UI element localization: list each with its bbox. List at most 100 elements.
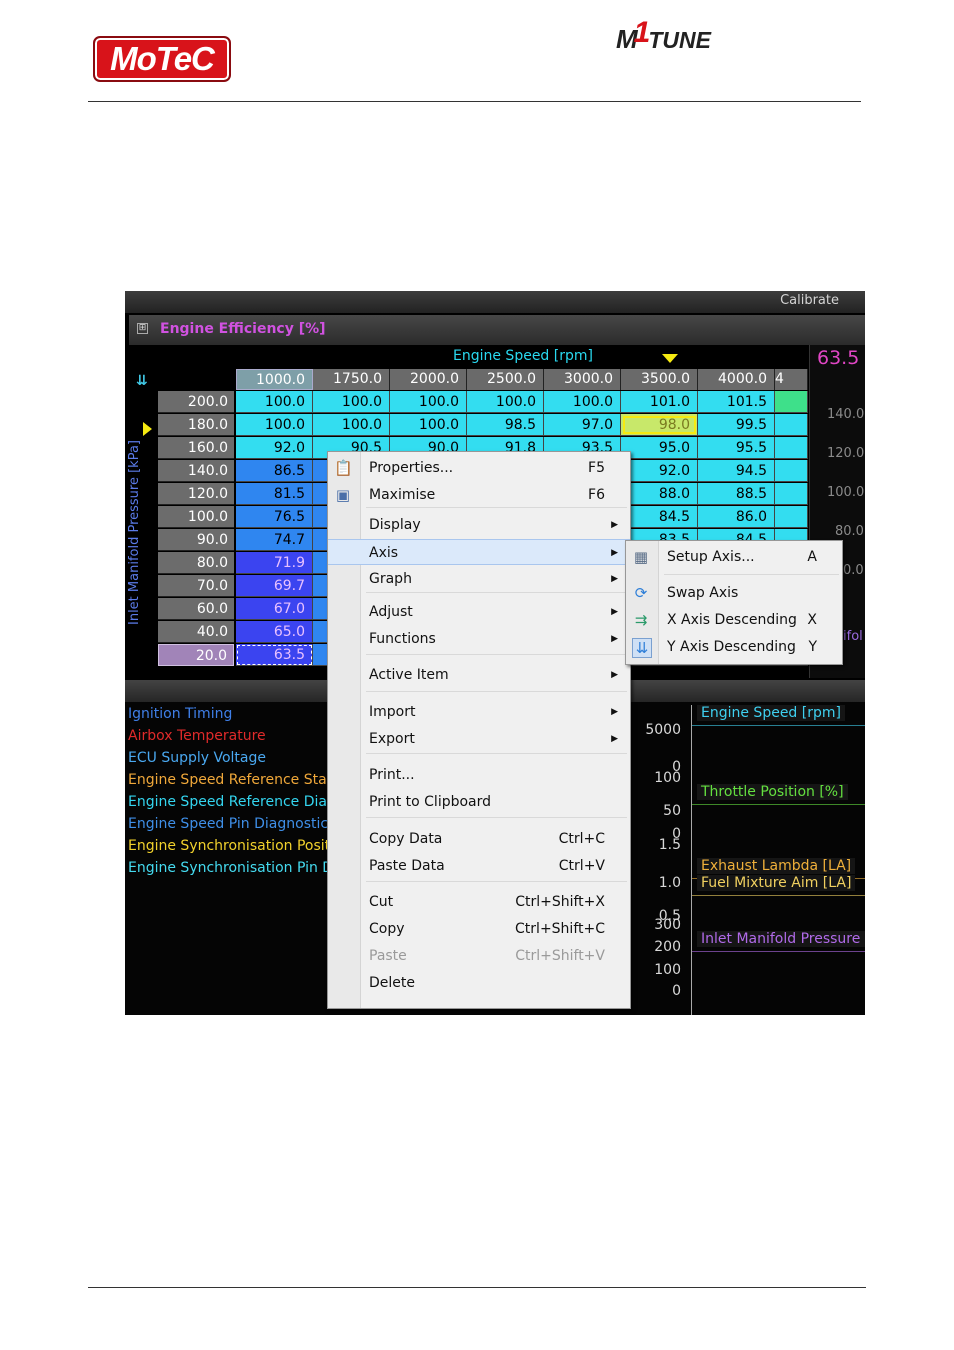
table-cell[interactable]: 88.5 (698, 483, 775, 505)
menu-item-graph[interactable]: Graph ▶ (328, 566, 630, 592)
table-cell[interactable]: 92.0 (236, 437, 313, 459)
axis-sort-icon[interactable]: ⇊ (136, 373, 148, 389)
table-cell[interactable]: 101.0 (621, 391, 698, 413)
table-cell[interactable]: 97.0 (544, 414, 621, 436)
table-cell[interactable]: 100.0 (390, 391, 467, 413)
calibrate-label[interactable]: Calibrate (780, 291, 839, 311)
x-axis-header-cell[interactable]: 4 (775, 369, 808, 390)
x-axis-header-cell[interactable]: 1750.0 (313, 369, 390, 390)
y-axis-header-cell[interactable]: 80.0 (158, 552, 234, 574)
graph-trace-label[interactable]: Engine Speed [rpm] (697, 705, 845, 721)
channel-list-item[interactable]: ECU Supply Voltage (128, 750, 266, 766)
submenu-item-setup-axis[interactable]: ▦ Setup Axis... A (626, 544, 842, 570)
menu-item-delete[interactable]: Delete (328, 970, 630, 996)
table-cell[interactable]: 100.0 (236, 391, 313, 413)
channel-list-item[interactable]: Engine Synchronisation Pin Di (128, 860, 337, 876)
menu-item-functions[interactable]: Functions ▶ (328, 626, 630, 652)
table-cell[interactable]: 86.0 (698, 506, 775, 528)
graph-trace-label[interactable]: Exhaust Lambda [LA] (697, 858, 856, 874)
expand-icon[interactable]: ⊞ (137, 323, 148, 334)
menu-item-paste-data[interactable]: Paste Data Ctrl+V (328, 853, 630, 879)
table-cell[interactable]: 95.0 (621, 437, 698, 459)
table-cell[interactable]: 98.5 (467, 414, 544, 436)
table-cell[interactable]: 63.5 (236, 644, 313, 666)
x-axis-header-cell[interactable]: 1000.0 (236, 369, 313, 390)
menu-item-cut[interactable]: Cut Ctrl+Shift+X (328, 889, 630, 915)
y-axis-header-cell[interactable]: 70.0 (158, 575, 234, 597)
channel-list-item[interactable]: Airbox Temperature (128, 728, 266, 744)
graph-trace-line (692, 895, 865, 896)
menu-item-export[interactable]: Export ▶ (328, 726, 630, 752)
menu-item-label: Display (369, 517, 421, 533)
table-cell-edge[interactable] (775, 483, 808, 505)
menu-item-print[interactable]: Print... (328, 762, 630, 788)
x-axis-header-cell[interactable]: 4000.0 (698, 369, 775, 390)
menu-item-axis[interactable]: Axis ▶ (328, 539, 630, 565)
table-cell[interactable]: 98.0 (621, 414, 698, 436)
channel-list-item[interactable]: Ignition Timing (128, 706, 232, 722)
graph-trace-label[interactable]: Throttle Position [%] (697, 784, 848, 800)
y-axis-header-cell[interactable]: 100.0 (158, 506, 234, 528)
channel-list-item[interactable]: Engine Speed Pin Diagnostic (128, 816, 328, 832)
table-cell[interactable]: 95.5 (698, 437, 775, 459)
y-axis-header-cell[interactable]: 120.0 (158, 483, 234, 505)
table-cell[interactable]: 92.0 (621, 460, 698, 482)
y-axis-header-cell[interactable]: 90.0 (158, 529, 234, 551)
graph-trace-label[interactable]: Inlet Manifold Pressure [ (697, 931, 865, 947)
submenu-item-swap-axis[interactable]: ⟳ Swap Axis (626, 580, 842, 606)
x-axis-header-cell[interactable]: 3500.0 (621, 369, 698, 390)
menu-item-display[interactable]: Display ▶ (328, 512, 630, 538)
table-cell[interactable]: 101.5 (698, 391, 775, 413)
menu-item-copy-data[interactable]: Copy Data Ctrl+C (328, 826, 630, 852)
y-axis-header-cell[interactable]: 140.0 (158, 460, 234, 482)
table-cell-edge[interactable] (775, 414, 808, 436)
menu-item-paste[interactable]: Paste Ctrl+Shift+V (328, 943, 630, 969)
menu-item-print-to-clipboard[interactable]: Print to Clipboard (328, 789, 630, 815)
table-cell[interactable]: 100.0 (390, 414, 467, 436)
table-cell[interactable]: 88.0 (621, 483, 698, 505)
table-cell[interactable]: 100.0 (467, 391, 544, 413)
table-cell-edge[interactable] (775, 391, 808, 413)
menu-item-maximise[interactable]: ▣ Maximise F6 (328, 482, 630, 508)
y-axis-header-cell[interactable]: 180.0 (158, 414, 234, 436)
table-cell[interactable]: 71.9 (236, 552, 313, 574)
y-axis-header-cell[interactable]: 160.0 (158, 437, 234, 459)
table-cell[interactable]: 69.7 (236, 575, 313, 597)
menu-item-shortcut: Ctrl+Shift+C (515, 921, 605, 937)
table-cell-edge[interactable] (775, 506, 808, 528)
table-cell[interactable]: 84.5 (621, 506, 698, 528)
table-cell[interactable]: 86.5 (236, 460, 313, 482)
footer-rule (88, 1287, 866, 1288)
table-cell[interactable]: 100.0 (313, 391, 390, 413)
table-cell[interactable]: 100.0 (544, 391, 621, 413)
y-axis-header-cell[interactable]: 20.0 (158, 644, 234, 666)
menu-item-properties[interactable]: 📋 Properties... F5 (328, 455, 630, 481)
graph-trace-label[interactable]: Fuel Mixture Aim [LA] (697, 875, 856, 891)
y-axis-header-cell[interactable]: 200.0 (158, 391, 234, 413)
menu-item-adjust[interactable]: Adjust ▶ (328, 599, 630, 625)
menu-item-copy[interactable]: Copy Ctrl+Shift+C (328, 916, 630, 942)
channel-list-item[interactable]: Engine Speed Reference Diag (128, 794, 336, 810)
table-cell-edge[interactable] (775, 437, 808, 459)
table-cell-edge[interactable] (775, 460, 808, 482)
table-cell[interactable]: 100.0 (236, 414, 313, 436)
submenu-item-y-axis-descending[interactable]: ⇊ Y Axis Descending Y (626, 634, 842, 660)
table-cell[interactable]: 94.5 (698, 460, 775, 482)
table-cell[interactable]: 67.0 (236, 598, 313, 620)
table-cell[interactable]: 76.5 (236, 506, 313, 528)
channel-list-item[interactable]: Engine Synchronisation Positic (128, 838, 342, 854)
y-axis-header-cell[interactable]: 60.0 (158, 598, 234, 620)
menu-item-active-item[interactable]: Active Item ▶ (328, 662, 630, 688)
channel-list-item[interactable]: Engine Speed Reference Stat (128, 772, 332, 788)
x-axis-header-cell[interactable]: 3000.0 (544, 369, 621, 390)
menu-item-import[interactable]: Import ▶ (328, 699, 630, 725)
y-axis-header-cell[interactable]: 40.0 (158, 621, 234, 643)
submenu-item-x-axis-descending[interactable]: ⇉ X Axis Descending X (626, 607, 842, 633)
table-cell[interactable]: 74.7 (236, 529, 313, 551)
x-axis-header-cell[interactable]: 2500.0 (467, 369, 544, 390)
table-cell[interactable]: 65.0 (236, 621, 313, 643)
x-axis-header-cell[interactable]: 2000.0 (390, 369, 467, 390)
table-cell[interactable]: 99.5 (698, 414, 775, 436)
table-cell[interactable]: 100.0 (313, 414, 390, 436)
table-cell[interactable]: 81.5 (236, 483, 313, 505)
